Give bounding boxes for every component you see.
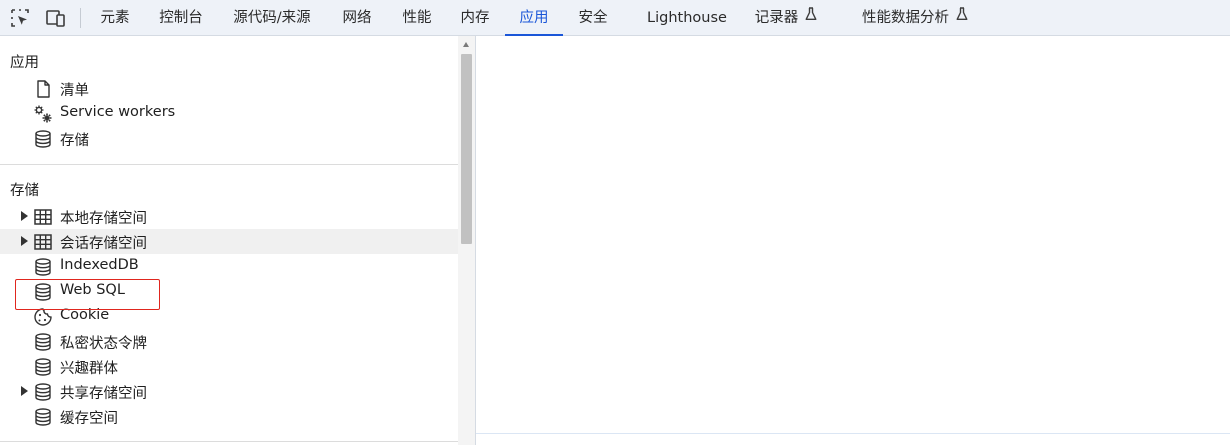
scroll-up-arrow-icon[interactable]: [463, 42, 469, 47]
tab-recorder[interactable]: 记录器: [745, 0, 827, 36]
scrollbar-thumb[interactable]: [461, 54, 472, 244]
main-content-panel: [476, 36, 1230, 445]
sidebar-item-private-state-tokens[interactable]: 私密状态令牌: [0, 329, 458, 354]
database-icon: [33, 332, 53, 352]
sidebar-item-indexeddb[interactable]: IndexedDB: [0, 254, 458, 279]
section-title-application: 应用: [10, 55, 39, 71]
sidebar-item-label: 会话存储空间: [60, 236, 147, 252]
sidebar-item-label: 共享存储空间: [60, 386, 147, 402]
sidebar-item-manifest[interactable]: 清单: [0, 76, 458, 101]
tab-sources[interactable]: 源代码/来源: [222, 0, 322, 36]
toolbar-separator: [80, 8, 81, 28]
sidebar-item-session-storage[interactable]: 会话存储空间: [0, 229, 458, 254]
database-icon: [33, 282, 53, 302]
sidebar-item-label: 兴趣群体: [60, 361, 118, 377]
sidebar-item-label: Cookie: [60, 307, 110, 323]
table-icon: [33, 207, 53, 227]
sidebar-item-label: Web SQL: [60, 282, 125, 298]
device-toolbar-icon[interactable]: [45, 8, 65, 28]
sidebar-scrollbar[interactable]: [458, 36, 475, 445]
sidebar-item-shared-storage[interactable]: 共享存储空间: [0, 379, 458, 404]
sidebar-item-label: 清单: [60, 83, 89, 99]
sidebar-item-service-workers[interactable]: Service workers: [0, 101, 458, 126]
database-icon: [33, 407, 53, 427]
sidebar-item-interest-groups[interactable]: 兴趣群体: [0, 354, 458, 379]
tab-memory[interactable]: 内存: [451, 0, 499, 36]
tab-network[interactable]: 网络: [333, 0, 381, 36]
section-title-storage: 存储: [10, 183, 39, 199]
cookie-icon: [33, 307, 53, 327]
application-sidebar: 应用 清单 Service workers 存储 存储 本地存储空间 会话存储空…: [0, 36, 458, 445]
database-icon: [33, 129, 53, 149]
table-icon: [33, 232, 53, 252]
gears-icon: [33, 104, 53, 124]
sidebar-item-label: IndexedDB: [60, 257, 139, 273]
devtools-toolbar: 元素 控制台 源代码/来源 网络 性能 内存 应用 安全 Lighthouse …: [0, 0, 1230, 36]
expand-arrow-icon[interactable]: [21, 236, 28, 246]
tab-console[interactable]: 控制台: [148, 0, 214, 36]
tab-performance-insights[interactable]: 性能数据分析: [850, 0, 980, 36]
tab-elements[interactable]: 元素: [88, 0, 142, 36]
main-panel-bottom-border: [476, 433, 1230, 434]
sidebar-item-label: 本地存储空间: [60, 211, 147, 227]
section-divider: [0, 164, 458, 165]
section-divider: [0, 441, 458, 442]
sidebar-item-cache-storage[interactable]: 缓存空间: [0, 404, 458, 429]
tab-application[interactable]: 应用: [505, 0, 563, 36]
sidebar-item-local-storage[interactable]: 本地存储空间: [0, 204, 458, 229]
sidebar-item-cookie[interactable]: Cookie: [0, 304, 458, 329]
sidebar-item-storage-overview[interactable]: 存储: [0, 126, 458, 151]
sidebar-item-web-sql[interactable]: Web SQL: [0, 279, 458, 304]
file-icon: [33, 79, 53, 99]
database-icon: [33, 357, 53, 377]
tab-security[interactable]: 安全: [569, 0, 617, 36]
expand-arrow-icon[interactable]: [21, 386, 28, 396]
tab-performance[interactable]: 性能: [393, 0, 441, 36]
tab-lighthouse[interactable]: Lighthouse: [642, 0, 732, 36]
expand-arrow-icon[interactable]: [21, 211, 28, 221]
sidebar-item-label: 私密状态令牌: [60, 336, 147, 352]
flask-icon: [956, 0, 968, 35]
sidebar-item-label: 存储: [60, 133, 89, 149]
database-icon: [33, 382, 53, 402]
sidebar-item-label: Service workers: [60, 104, 176, 120]
sidebar-item-label: 缓存空间: [60, 411, 118, 427]
database-icon: [33, 257, 53, 277]
flask-icon: [805, 0, 817, 35]
inspect-element-icon[interactable]: [10, 8, 30, 28]
